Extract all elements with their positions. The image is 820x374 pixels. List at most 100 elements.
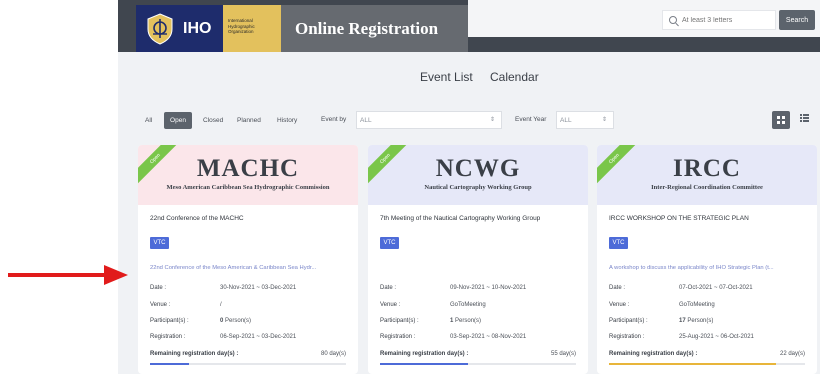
org-line: Organization bbox=[228, 29, 254, 34]
event-year-value: ALL bbox=[560, 116, 572, 124]
participants-count: 17 bbox=[679, 318, 686, 324]
registration-row: Registration : 03-Sep-2021 ~ 08-Nov-2021 bbox=[380, 334, 580, 344]
participants-label: Participant(s) : bbox=[609, 318, 648, 324]
participants-row: Participant(s) : 17 Person(s) bbox=[609, 318, 809, 328]
event-description: A workshop to discuss the applicability … bbox=[609, 265, 774, 271]
status-ribbon: Open bbox=[138, 145, 184, 188]
date-row: Date : 07-Oct-2021 ~ 07-Oct-2021 bbox=[609, 285, 809, 295]
event-by-select[interactable]: ALL ⇕ bbox=[356, 111, 502, 129]
event-year-select[interactable]: ALL ⇕ bbox=[556, 111, 614, 129]
venue-label: Venue : bbox=[609, 302, 630, 308]
card-header: Open MACHC Meso American Caribbean Sea H… bbox=[138, 145, 358, 205]
remaining-value: 80 day(s) bbox=[320, 351, 346, 357]
app-root: IHO International Hydrographic Organizat… bbox=[0, 0, 820, 374]
registration-label: Registration : bbox=[609, 334, 645, 340]
status-ribbon: Open bbox=[368, 145, 414, 188]
event-acronym: MACHC bbox=[196, 155, 300, 182]
event-year-label: Event Year bbox=[515, 116, 547, 123]
date-label: Date : bbox=[380, 285, 397, 291]
date-label: Date : bbox=[150, 285, 167, 291]
search-button[interactable]: Search bbox=[779, 10, 815, 30]
registration-progress-bar bbox=[380, 363, 576, 365]
event-title[interactable]: 7th Meeting of the Nautical Cartography … bbox=[380, 215, 540, 222]
date-row: Date : 30-Nov-2021 ~ 03-Dec-2021 bbox=[150, 285, 350, 295]
venue-label: Venue : bbox=[380, 302, 401, 308]
grid-icon bbox=[777, 116, 785, 124]
event-full-name: Meso American Caribbean Sea Hydrographic… bbox=[166, 184, 330, 191]
progress-fill bbox=[150, 363, 190, 365]
participants-value: 1 Person(s) bbox=[450, 318, 481, 324]
date-label: Date : bbox=[609, 285, 626, 291]
event-description: 22nd Conference of the Meso American & C… bbox=[150, 265, 317, 271]
participants-count: 0 bbox=[220, 318, 224, 324]
remaining-label: Remaining registration day(s) : bbox=[380, 351, 469, 357]
progress-fill bbox=[609, 363, 776, 365]
participants-label: Participant(s) : bbox=[150, 318, 189, 324]
participants-unit: Person(s) bbox=[455, 318, 482, 324]
site-logo[interactable]: IHO International Hydrographic Organizat… bbox=[136, 5, 468, 52]
tab-event-list[interactable]: Event List bbox=[420, 70, 473, 84]
registration-row: Registration : 06-Sep-2021 ~ 03-Dec-2021 bbox=[150, 334, 350, 344]
registration-value: 25-Aug-2021 ~ 06-Oct-2021 bbox=[679, 334, 754, 340]
venue-row: Venue : / bbox=[150, 302, 350, 312]
select-caret-icon: ⇕ bbox=[489, 117, 495, 123]
select-caret-icon: ⇕ bbox=[601, 117, 607, 123]
registration-label: Registration : bbox=[380, 334, 416, 340]
participants-value: 17 Person(s) bbox=[679, 318, 713, 324]
event-card[interactable]: Open NCWG Nautical Cartography Working G… bbox=[368, 145, 588, 374]
venue-row: Venue : GoToMeeting bbox=[380, 302, 580, 312]
search-icon bbox=[669, 16, 677, 24]
card-header: Open NCWG Nautical Cartography Working G… bbox=[368, 145, 588, 205]
arrow-annotation-icon bbox=[8, 265, 128, 285]
event-full-name: Nautical Cartography Working Group bbox=[424, 184, 532, 191]
remaining-value: 55 day(s) bbox=[550, 351, 576, 357]
filter-closed-button[interactable]: Closed bbox=[199, 112, 227, 129]
search-box[interactable] bbox=[662, 10, 776, 30]
filter-open-button[interactable]: Open bbox=[164, 112, 192, 129]
event-acronym: NCWG bbox=[435, 155, 521, 182]
remaining-label: Remaining registration day(s) : bbox=[150, 351, 239, 357]
date-value: 30-Nov-2021 ~ 03-Dec-2021 bbox=[220, 285, 297, 291]
event-card[interactable]: Open IRCC Inter-Regional Coordination Co… bbox=[597, 145, 817, 374]
filter-history-button[interactable]: History bbox=[273, 112, 301, 129]
status-ribbon: Open bbox=[597, 145, 643, 188]
filter-all-button[interactable]: All bbox=[141, 112, 156, 129]
logo-text: IHO bbox=[183, 5, 223, 52]
grid-view-button[interactable] bbox=[772, 111, 790, 129]
tab-calendar[interactable]: Calendar bbox=[490, 70, 539, 84]
search-input[interactable] bbox=[682, 16, 772, 24]
participants-value: 0 Person(s) bbox=[220, 318, 251, 324]
card-header: Open IRCC Inter-Regional Coordination Co… bbox=[597, 145, 817, 205]
event-title[interactable]: 22nd Conference of the MACHC bbox=[150, 215, 244, 222]
registration-value: 03-Sep-2021 ~ 08-Nov-2021 bbox=[450, 334, 527, 340]
list-icon bbox=[800, 114, 809, 122]
participants-label: Participant(s) : bbox=[380, 318, 419, 324]
app-title: Online Registration bbox=[281, 5, 468, 52]
registration-progress-bar bbox=[609, 363, 805, 365]
registration-value: 06-Sep-2021 ~ 03-Dec-2021 bbox=[220, 334, 297, 340]
filter-planned-button[interactable]: Planned bbox=[233, 112, 265, 129]
event-title[interactable]: IRCC WORKSHOP ON THE STRATEGIC PLAN bbox=[609, 215, 749, 222]
remaining-value: 22 day(s) bbox=[779, 351, 805, 357]
participants-unit: Person(s) bbox=[225, 318, 252, 324]
event-acronym: IRCC bbox=[673, 155, 741, 182]
date-row: Date : 09-Nov-2021 ~ 10-Nov-2021 bbox=[380, 285, 580, 295]
event-by-label: Event by bbox=[321, 116, 347, 123]
iho-emblem-icon bbox=[136, 5, 183, 52]
venue-value: GoToMeeting bbox=[679, 302, 715, 308]
vtc-badge: VTC bbox=[150, 237, 169, 249]
date-value: 07-Oct-2021 ~ 07-Oct-2021 bbox=[679, 285, 753, 291]
event-card[interactable]: Open MACHC Meso American Caribbean Sea H… bbox=[138, 145, 358, 374]
vtc-badge: VTC bbox=[380, 237, 399, 249]
list-view-button[interactable] bbox=[800, 114, 809, 124]
organization-name: International Hydrographic Organization bbox=[223, 5, 281, 52]
participants-row: Participant(s) : 0 Person(s) bbox=[150, 318, 350, 328]
event-by-value: ALL bbox=[360, 116, 372, 124]
participants-count: 1 bbox=[450, 318, 454, 324]
vtc-badge: VTC bbox=[609, 237, 628, 249]
date-value: 09-Nov-2021 ~ 10-Nov-2021 bbox=[450, 285, 527, 291]
venue-label: Venue : bbox=[150, 302, 171, 308]
venue-value: GoToMeeting bbox=[450, 302, 486, 308]
participants-row: Participant(s) : 1 Person(s) bbox=[380, 318, 580, 328]
event-full-name: Inter-Regional Coordination Committee bbox=[651, 184, 763, 191]
